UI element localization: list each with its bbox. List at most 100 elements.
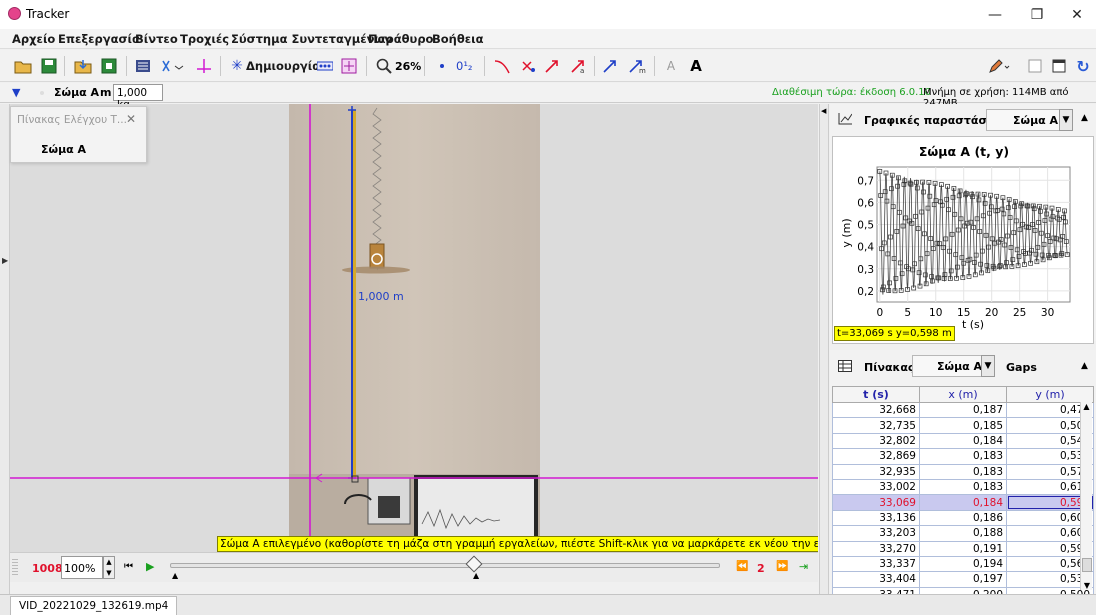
pencil-drawing-icon[interactable] <box>986 55 1012 77</box>
window-layout-icon[interactable] <box>1050 55 1068 77</box>
table-row[interactable]: 33,136 0,186 0,602 <box>832 509 1094 527</box>
start-marker-icon[interactable]: ▲ <box>172 571 178 580</box>
autotracker-icon[interactable] <box>340 55 358 77</box>
tape-length-label[interactable]: 1,000 m <box>358 290 404 303</box>
open-folder-icon[interactable] <box>12 55 34 77</box>
table-row[interactable]: 32,802 0,184 0,541 <box>832 432 1094 450</box>
create-track-icon[interactable]: ✳ <box>230 55 244 77</box>
import-icon[interactable] <box>72 55 94 77</box>
update-notice[interactable]: Διαθέσιμη τώρα: έκδοση 6.0.10 <box>772 87 931 98</box>
position-icon[interactable] <box>518 55 538 77</box>
trace-icon[interactable] <box>492 55 512 77</box>
video-view[interactable]: 1,000 m Σώμα Α επιλεγμένο (καθορίστε τη … <box>10 104 818 552</box>
acceleration-icon[interactable]: a <box>568 55 588 77</box>
step-back-icon[interactable]: ⏪ <box>736 561 748 572</box>
cell-x[interactable]: 0,185 <box>919 417 1007 434</box>
table-row[interactable]: 32,869 0,183 0,539 <box>832 448 1094 465</box>
collapse-up-icon[interactable]: ▲ <box>1081 113 1088 123</box>
playback-rate-field[interactable]: 100% <box>61 556 103 579</box>
axes-icon[interactable] <box>194 55 214 77</box>
notes-icon[interactable] <box>1026 55 1044 77</box>
loop-icon[interactable]: ⇥ <box>799 560 808 573</box>
cell-x[interactable]: 0,186 <box>919 509 1007 527</box>
cell-t[interactable]: 33,270 <box>832 540 920 557</box>
force-icon[interactable]: m <box>626 55 648 77</box>
cell-t[interactable]: 33,203 <box>832 525 920 542</box>
timeline-slider[interactable] <box>170 563 720 568</box>
table-row[interactable]: 32,735 0,185 0,503 <box>832 417 1094 434</box>
cell-t[interactable]: 32,935 <box>832 463 920 480</box>
create-track-button[interactable]: Δημιουργία <box>246 55 320 77</box>
mass-field[interactable]: 1,000 kg <box>113 84 163 111</box>
clip-settings-icon[interactable] <box>132 55 154 77</box>
cell-t[interactable]: 33,136 <box>832 509 920 527</box>
track-button-soma-a[interactable]: Σώμα Α <box>41 143 86 156</box>
refresh-icon[interactable]: ↻ <box>1074 55 1092 77</box>
cell-t[interactable]: 32,802 <box>832 432 920 450</box>
zoom-level[interactable]: 26% <box>395 55 421 77</box>
cell-x[interactable]: 0,187 <box>919 401 1007 419</box>
minimize-button[interactable]: — <box>972 0 1018 29</box>
step-forward-icon[interactable]: ⏩ <box>776 561 788 572</box>
cell-x[interactable]: 0,183 <box>919 448 1007 465</box>
go-to-start-icon[interactable]: ⏮ <box>124 561 133 572</box>
menu-video[interactable]: Βίντεο <box>135 32 178 46</box>
slider-thumb[interactable] <box>465 555 483 573</box>
video-frame[interactable] <box>10 104 818 552</box>
track-name[interactable]: Σώμα Α <box>54 86 99 99</box>
close-button[interactable]: ✕ <box>1054 0 1096 29</box>
table-row[interactable]: 33,337 0,194 0,566 <box>832 555 1094 573</box>
table-header[interactable]: Πίνακας <box>864 361 914 374</box>
cell-x[interactable]: 0,184 <box>919 494 1007 511</box>
track-control-icon[interactable] <box>316 55 334 77</box>
table-row[interactable]: 33,404 0,197 0,532 <box>832 571 1094 588</box>
scroll-down-icon[interactable]: ▼ <box>1081 581 1093 590</box>
column-x[interactable]: x (m) <box>919 386 1007 403</box>
plot-track-select[interactable]: Σώμα Α <box>986 109 1062 131</box>
frame-counter[interactable]: 1008 <box>32 562 63 575</box>
cell-t[interactable]: 33,404 <box>832 571 920 588</box>
menu-help[interactable]: Βοήθεια <box>432 32 484 46</box>
cell-x[interactable]: 0,183 <box>919 478 1007 496</box>
calibration-tools-icon[interactable] <box>158 55 188 77</box>
play-icon[interactable]: ▶ <box>146 560 154 573</box>
track-menu-icon[interactable]: ▼ <box>12 86 20 99</box>
collapse-up-icon[interactable]: ▲ <box>1081 361 1088 371</box>
track-control-panel[interactable]: Πίνακας Ελέγχου Τ... ✕ Σώμα Α <box>10 106 147 163</box>
menu-file[interactable]: Αρχείο <box>12 32 55 46</box>
table-row[interactable]: 33,270 0,191 0,591 <box>832 540 1094 557</box>
font-larger-icon[interactable]: A <box>686 55 706 77</box>
menu-window[interactable]: Παράθυρο <box>368 32 433 46</box>
scroll-up-icon[interactable]: ▲ <box>1081 402 1092 411</box>
table-row[interactable]: 32,668 0,187 0,471 <box>832 401 1094 419</box>
cell-x[interactable]: 0,197 <box>919 571 1007 588</box>
cell-x[interactable]: 0,188 <box>919 525 1007 542</box>
table-row-selected[interactable]: 33,069 0,184 0,598 <box>832 494 1094 511</box>
menu-tracks[interactable]: Τροχιές <box>180 32 229 46</box>
step-size[interactable]: 2 <box>757 562 765 575</box>
rate-spinner[interactable]: ▲ ▼ <box>103 556 115 579</box>
cell-x[interactable]: 0,184 <box>919 432 1007 450</box>
column-y[interactable]: y (m) <box>1006 386 1094 403</box>
table-scrollbar[interactable]: ▲ ▼ <box>1080 402 1092 590</box>
momentum-icon[interactable] <box>600 55 622 77</box>
velocity-icon[interactable] <box>542 55 562 77</box>
column-t[interactable]: t (s) <box>832 386 920 403</box>
table-row[interactable]: 33,002 0,183 0,612 <box>832 478 1094 496</box>
chevron-down-icon[interactable]: ▼ <box>981 355 995 377</box>
left-splitter[interactable]: ▶ <box>0 104 10 612</box>
expand-left-icon[interactable]: ▶ <box>2 256 8 265</box>
chart-area[interactable]: Σώμα Α (t, y) 0,20,30,40,50,60,7 0 5 10 15 2… <box>832 136 1094 344</box>
table-row[interactable]: 32,935 0,183 0,577 <box>832 463 1094 480</box>
end-marker-icon[interactable]: ▲ <box>473 571 479 580</box>
cell-t[interactable]: 33,069 <box>832 494 920 511</box>
cell-t[interactable]: 32,735 <box>832 417 920 434</box>
table-track-select[interactable]: Σώμα Α <box>912 355 984 377</box>
cell-x[interactable]: 0,194 <box>919 555 1007 573</box>
scroll-thumb[interactable] <box>1082 558 1092 572</box>
export-icon[interactable] <box>98 55 120 77</box>
data-table[interactable]: t (s) x (m) y (m) 32,668 0,187 0,471 32,73… <box>832 386 1094 604</box>
cell-t[interactable]: 32,869 <box>832 448 920 465</box>
cell-x[interactable]: 0,191 <box>919 540 1007 557</box>
table-row[interactable]: 33,203 0,188 0,609 <box>832 525 1094 542</box>
